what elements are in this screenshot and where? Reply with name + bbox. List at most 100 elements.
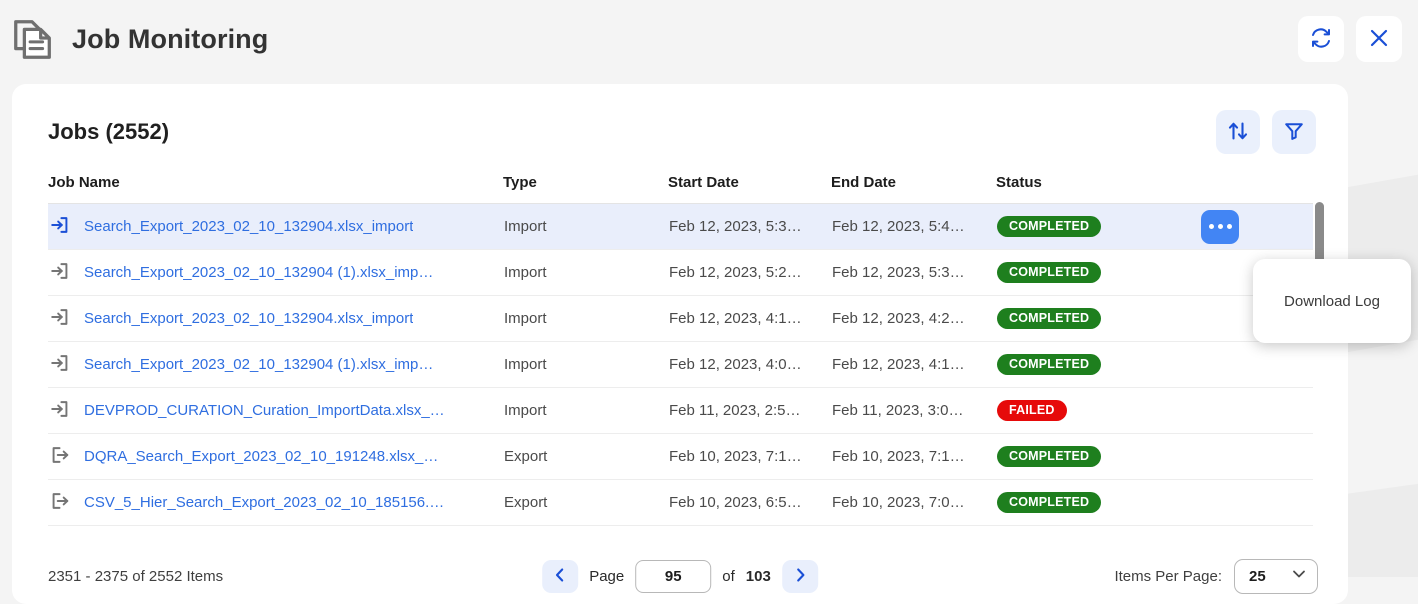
job-start-date-text: Feb 12, 2023, 4:1… xyxy=(669,310,802,327)
refresh-button[interactable] xyxy=(1298,16,1344,62)
items-per-page-group: Items Per Page: 25 xyxy=(1114,558,1318,594)
job-end-date-text: Feb 10, 2023, 7:0… xyxy=(832,494,965,511)
sort-button[interactable] xyxy=(1216,110,1260,154)
job-type-text: Import xyxy=(504,264,547,281)
table-row[interactable]: DEVPROD_CURATION_Curation_ImportData.xls… xyxy=(48,387,1313,434)
pagination-controls: Page of 103 xyxy=(542,559,818,593)
job-start-date-text: Feb 10, 2023, 6:5… xyxy=(669,494,802,511)
cell-status: COMPLETED xyxy=(996,479,1193,526)
jobs-card: Jobs (2552) Job Name Type Start Date End… xyxy=(12,84,1348,604)
cell-job-name: Search_Export_2023_02_10_132904.xlsx_imp… xyxy=(48,203,503,250)
import-icon xyxy=(49,352,71,378)
table-row[interactable]: DQRA_Search_Export_2023_02_10_191248.xls… xyxy=(48,433,1313,480)
column-header-start-date[interactable]: Start Date xyxy=(668,174,831,204)
status-badge: COMPLETED xyxy=(997,491,1102,514)
of-label: of xyxy=(722,567,735,585)
job-name-link[interactable]: Search_Export_2023_02_10_132904.xlsx_imp… xyxy=(84,310,413,327)
column-header-end-date[interactable]: End Date xyxy=(831,174,996,204)
chevron-right-icon xyxy=(792,567,808,586)
status-badge: COMPLETED xyxy=(997,353,1102,376)
page-label: Page xyxy=(589,567,625,585)
cell-end-date: Feb 12, 2023, 4:2… xyxy=(831,295,996,342)
total-pages-label: 103 xyxy=(745,567,771,585)
job-end-date-text: Feb 12, 2023, 5:4… xyxy=(832,218,965,235)
cell-start-date: Feb 12, 2023, 4:0… xyxy=(668,341,831,388)
chevron-left-icon xyxy=(552,567,568,586)
import-icon xyxy=(49,214,71,240)
table-row[interactable]: Search_Export_2023_02_10_132904 (1).xlsx… xyxy=(48,341,1313,388)
column-header-status[interactable]: Status xyxy=(996,174,1193,204)
refresh-icon xyxy=(1309,26,1333,53)
job-end-date-text: Feb 12, 2023, 5:3… xyxy=(832,264,965,281)
cell-end-date: Feb 11, 2023, 3:0… xyxy=(831,387,996,434)
cell-status: COMPLETED xyxy=(996,203,1193,250)
job-end-date-text: Feb 12, 2023, 4:1… xyxy=(832,356,965,373)
job-end-date-text: Feb 11, 2023, 3:0… xyxy=(832,402,964,419)
job-end-date-text: Feb 12, 2023, 4:2… xyxy=(832,310,965,327)
cell-job-name: DQRA_Search_Export_2023_02_10_191248.xls… xyxy=(48,433,503,480)
table-scrollbar[interactable] xyxy=(1315,202,1324,535)
cell-status: COMPLETED xyxy=(996,341,1193,388)
cell-status: COMPLETED xyxy=(996,249,1193,296)
cell-start-date: Feb 11, 2023, 2:5… xyxy=(668,387,831,434)
items-per-page-select[interactable]: 25 xyxy=(1234,558,1318,594)
cell-job-name: Search_Export_2023_02_10_132904 (1).xlsx… xyxy=(48,341,503,388)
cell-job-name: Search_Export_2023_02_10_132904.xlsx_imp… xyxy=(48,295,503,342)
status-badge: COMPLETED xyxy=(997,307,1102,330)
close-button[interactable] xyxy=(1356,16,1402,62)
cell-type: Import xyxy=(503,203,668,250)
cell-actions xyxy=(1193,341,1313,388)
job-name-link[interactable]: Search_Export_2023_02_10_132904 (1).xlsx… xyxy=(84,356,433,373)
cell-start-date: Feb 12, 2023, 5:3… xyxy=(668,203,831,250)
job-name-link[interactable]: DQRA_Search_Export_2023_02_10_191248.xls… xyxy=(84,448,438,465)
row-actions-button[interactable] xyxy=(1201,209,1239,244)
job-type-text: Export xyxy=(504,448,548,465)
job-type-text: Import xyxy=(504,402,547,419)
header-actions xyxy=(1298,16,1402,62)
chevron-down-icon xyxy=(1290,565,1308,588)
job-name-link[interactable]: DEVPROD_CURATION_Curation_ImportData.xls… xyxy=(84,402,445,419)
cell-end-date: Feb 12, 2023, 5:3… xyxy=(831,249,996,296)
cell-actions xyxy=(1193,387,1313,434)
filter-button[interactable] xyxy=(1272,110,1316,154)
cell-status: FAILED xyxy=(996,387,1193,434)
job-start-date-text: Feb 12, 2023, 4:0… xyxy=(669,356,802,373)
job-end-date-text: Feb 10, 2023, 7:1… xyxy=(832,448,965,465)
import-icon xyxy=(49,398,71,424)
column-header-actions xyxy=(1193,174,1313,204)
cell-type: Import xyxy=(503,341,668,388)
job-start-date-text: Feb 11, 2023, 2:5… xyxy=(669,402,801,419)
job-type-text: Import xyxy=(504,310,547,327)
status-badge: FAILED xyxy=(997,399,1067,422)
column-header-job-name[interactable]: Job Name xyxy=(48,174,503,204)
job-name-link[interactable]: Search_Export_2023_02_10_132904.xlsx_imp… xyxy=(84,218,413,235)
cell-end-date: Feb 12, 2023, 5:4… xyxy=(831,203,996,250)
page-number-input[interactable] xyxy=(635,559,712,593)
jobs-table-container: Job Name Type Start Date End Date Status xyxy=(12,174,1348,526)
export-icon xyxy=(49,444,71,470)
filter-icon xyxy=(1283,120,1305,145)
job-name-link[interactable]: CSV_5_Hier_Search_Export_2023_02_10_1851… xyxy=(84,494,444,511)
table-row[interactable]: Search_Export_2023_02_10_132904.xlsx_imp… xyxy=(48,295,1313,342)
job-name-link[interactable]: Search_Export_2023_02_10_132904 (1).xlsx… xyxy=(84,264,433,281)
cell-type: Import xyxy=(503,249,668,296)
cell-type: Import xyxy=(503,295,668,342)
cell-job-name: Search_Export_2023_02_10_132904 (1).xlsx… xyxy=(48,249,503,296)
table-row[interactable]: CSV_5_Hier_Search_Export_2023_02_10_1851… xyxy=(48,479,1313,526)
page-title: Job Monitoring xyxy=(72,23,269,54)
column-header-type[interactable]: Type xyxy=(503,174,668,204)
dot-icon xyxy=(1208,224,1214,229)
cell-actions xyxy=(1193,203,1313,250)
cell-start-date: Feb 10, 2023, 7:1… xyxy=(668,433,831,480)
table-row[interactable]: Search_Export_2023_02_10_132904.xlsx_imp… xyxy=(48,203,1313,250)
previous-page-button[interactable] xyxy=(542,559,579,593)
jobs-table: Job Name Type Start Date End Date Status xyxy=(48,174,1313,526)
cell-job-name: DEVPROD_CURATION_Curation_ImportData.xls… xyxy=(48,387,503,434)
cell-start-date: Feb 12, 2023, 5:2… xyxy=(668,249,831,296)
card-header: Jobs (2552) xyxy=(12,84,1348,154)
table-row[interactable]: Search_Export_2023_02_10_132904 (1).xlsx… xyxy=(48,249,1313,296)
jobs-table-body: Search_Export_2023_02_10_132904.xlsx_imp… xyxy=(48,203,1313,526)
next-page-button[interactable] xyxy=(781,559,818,593)
menu-item-download-log[interactable]: Download Log xyxy=(1284,293,1380,310)
job-start-date-text: Feb 12, 2023, 5:2… xyxy=(669,264,802,281)
